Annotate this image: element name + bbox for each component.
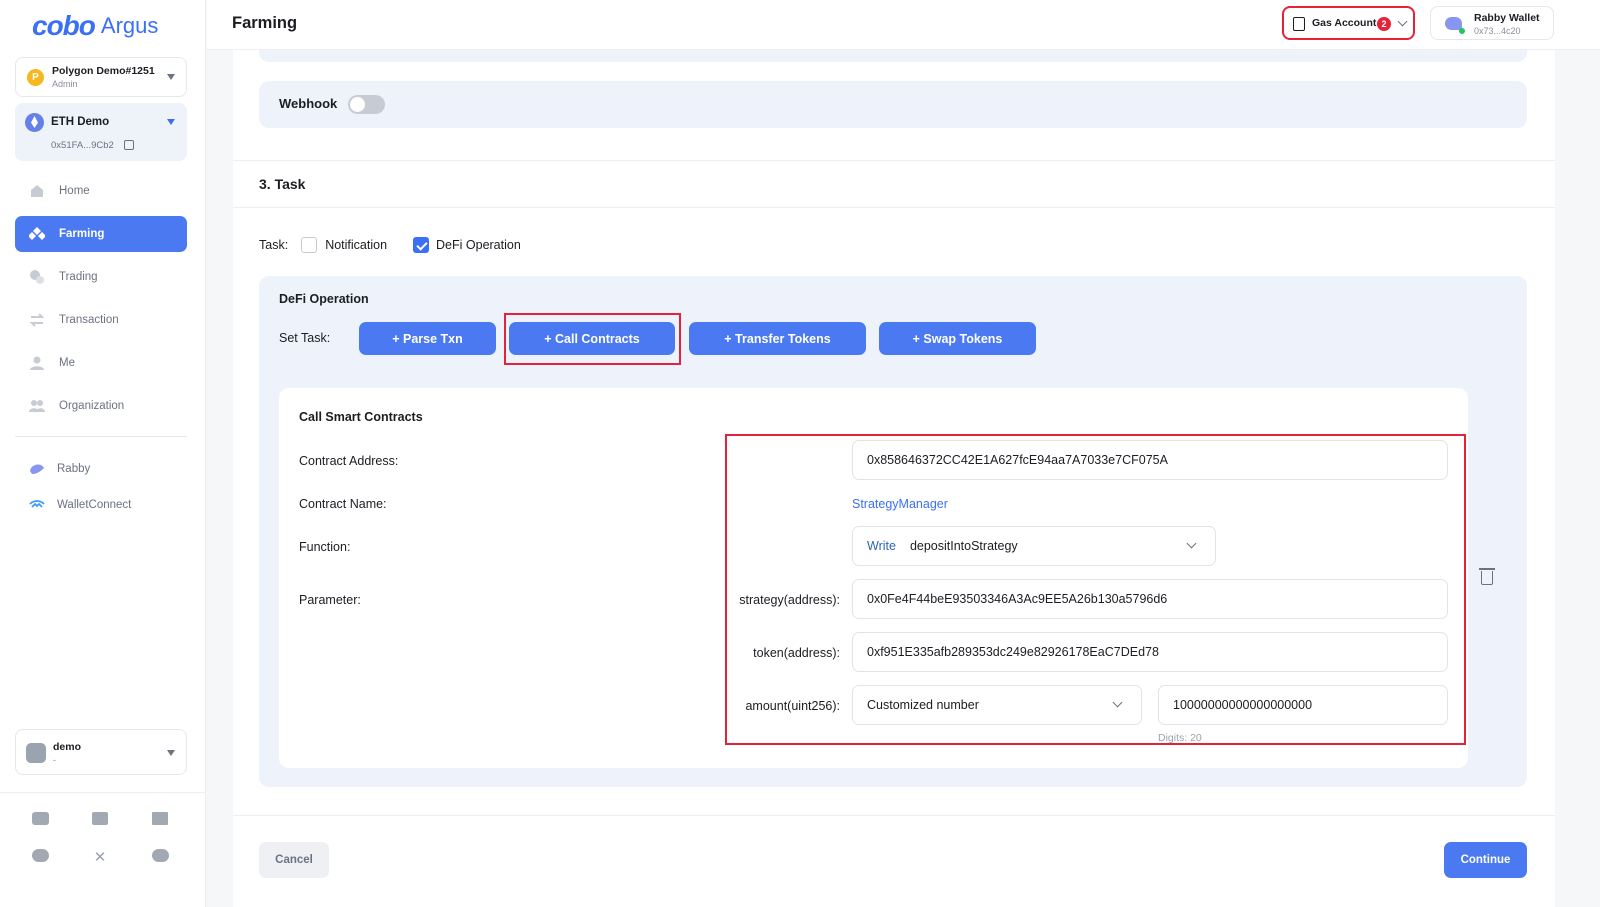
logo-product: Argus xyxy=(100,13,159,38)
rabby-wallet-address: 0x73...4c20 xyxy=(1474,26,1521,36)
user-name: demo xyxy=(53,741,82,753)
defi-operation-checkbox[interactable] xyxy=(413,237,430,253)
section-divider xyxy=(233,160,1555,161)
parameter-label: Parameter: xyxy=(299,593,361,607)
continue-button[interactable]: Continue xyxy=(1444,842,1527,878)
nav-item-transaction[interactable]: Transaction xyxy=(15,302,187,338)
webhook-toggle[interactable] xyxy=(348,95,385,114)
footer-links: ✕ xyxy=(30,811,180,868)
chevron-down-icon xyxy=(167,74,175,80)
walletconnect-icon xyxy=(29,500,45,508)
user-sub: - xyxy=(53,755,56,765)
user-icon xyxy=(30,356,44,370)
notification-checkbox[interactable] xyxy=(301,237,318,253)
org-role: Admin xyxy=(52,79,78,89)
nav-label: Rabby xyxy=(57,463,91,475)
youtube-icon[interactable] xyxy=(150,848,170,868)
cancel-button[interactable]: Cancel xyxy=(259,842,329,878)
home-icon xyxy=(31,185,43,197)
ethereum-icon xyxy=(25,113,44,132)
mail-icon[interactable] xyxy=(30,811,50,831)
nav-item-walletconnect[interactable]: WalletConnect xyxy=(15,488,187,522)
logo-mark: cobo xyxy=(32,10,96,41)
org-badge: P xyxy=(27,69,44,86)
task-label: Task: xyxy=(259,238,289,252)
nav-label: WalletConnect xyxy=(57,499,132,511)
nav-label: Home xyxy=(59,185,90,197)
nav-label: Farming xyxy=(59,228,105,240)
org-selector[interactable]: P Polygon Demo#1251 Admin xyxy=(15,57,187,97)
page-title: Farming xyxy=(232,14,298,32)
organization-icon xyxy=(29,400,45,412)
transaction-icon xyxy=(29,313,45,327)
chevron-down-icon xyxy=(167,119,175,125)
call-contracts-highlight xyxy=(504,313,681,365)
avatar xyxy=(26,743,46,763)
defi-operation-title: DeFi Operation xyxy=(279,292,369,306)
nav-item-farming[interactable]: Farming xyxy=(15,216,187,252)
connected-status-dot xyxy=(1459,28,1465,34)
section-title: 3. Task xyxy=(259,176,306,192)
top-header: Farming Gas Account 2 Rabby Wallet 0x73.… xyxy=(207,0,1600,50)
nav-item-organization[interactable]: Organization xyxy=(15,388,187,424)
x-icon[interactable]: ✕ xyxy=(90,848,110,868)
connector-nav: Rabby WalletConnect xyxy=(15,452,187,524)
notification-label[interactable]: Notification xyxy=(325,238,387,252)
gas-pump-icon xyxy=(1293,17,1305,31)
webhook-label: Webhook xyxy=(279,96,338,111)
contract-name-label: Contract Name: xyxy=(299,497,387,511)
rabby-wallet-name: Rabby Wallet xyxy=(1474,12,1540,24)
copy-icon[interactable] xyxy=(124,140,134,150)
task-selector: Task: Notification DeFi Operation xyxy=(259,236,521,254)
chevron-down-icon xyxy=(1397,16,1408,27)
nav-label: Organization xyxy=(59,400,125,412)
parse-txn-button[interactable]: + Parse Txn xyxy=(359,322,496,355)
main-nav: Home Farming Trading Transaction Me Orga… xyxy=(15,173,187,431)
call-smart-contracts-title: Call Smart Contracts xyxy=(299,410,423,424)
swap-tokens-button[interactable]: + Swap Tokens xyxy=(879,322,1036,355)
gas-account-button[interactable]: Gas Account 2 xyxy=(1282,6,1415,40)
previous-panel-bottom xyxy=(259,50,1527,62)
wallet-name: ETH Demo xyxy=(51,116,110,128)
gas-account-count-badge: 2 xyxy=(1377,17,1391,31)
defi-operation-label[interactable]: DeFi Operation xyxy=(436,238,521,252)
book-icon[interactable] xyxy=(90,811,110,831)
nav-label: Transaction xyxy=(59,314,119,326)
rabby-wallet-button[interactable]: Rabby Wallet 0x73...4c20 xyxy=(1430,6,1554,40)
wallet-address: 0x51FA...9Cb2 xyxy=(51,140,114,151)
nav-item-rabby[interactable]: Rabby xyxy=(15,452,187,486)
nav-label: Me xyxy=(59,357,75,369)
main-content: Webhook 3. Task Task: Notification DeFi … xyxy=(233,50,1555,907)
nav-divider xyxy=(15,436,187,437)
footer-divider xyxy=(0,792,206,793)
chevron-down-icon xyxy=(167,750,175,756)
set-task-label: Set Task: xyxy=(279,331,331,345)
discord-icon[interactable] xyxy=(30,848,50,868)
transfer-tokens-button[interactable]: + Transfer Tokens xyxy=(689,322,866,355)
contract-form-highlight xyxy=(725,434,1466,745)
toggle-knob xyxy=(350,97,365,112)
rabby-icon xyxy=(30,464,44,474)
user-menu[interactable]: demo - xyxy=(15,729,187,775)
sidebar: cobo Argus P Polygon Demo#1251 Admin ETH… xyxy=(0,0,206,907)
farming-icon xyxy=(29,227,45,240)
logo[interactable]: cobo Argus xyxy=(32,8,158,44)
org-name: Polygon Demo#1251 xyxy=(52,65,155,77)
trading-icon xyxy=(30,270,44,284)
defi-operation-panel: DeFi Operation Set Task: + Parse Txn + C… xyxy=(259,276,1527,787)
nav-label: Trading xyxy=(59,271,98,283)
map-icon[interactable] xyxy=(150,811,170,831)
function-label: Function: xyxy=(299,540,351,554)
nav-item-trading[interactable]: Trading xyxy=(15,259,187,295)
footer-divider xyxy=(233,815,1555,816)
wallet-selector[interactable]: ETH Demo 0x51FA...9Cb2 xyxy=(15,103,187,161)
section-divider xyxy=(233,207,1555,208)
contract-address-label: Contract Address: xyxy=(299,454,399,468)
nav-item-me[interactable]: Me xyxy=(15,345,187,381)
webhook-panel: Webhook xyxy=(259,81,1527,128)
gas-account-label: Gas Account xyxy=(1312,17,1377,29)
call-smart-contracts-card: Call Smart Contracts Contract Address: 0… xyxy=(279,388,1468,768)
trash-icon[interactable] xyxy=(1479,568,1495,585)
nav-item-home[interactable]: Home xyxy=(15,173,187,209)
